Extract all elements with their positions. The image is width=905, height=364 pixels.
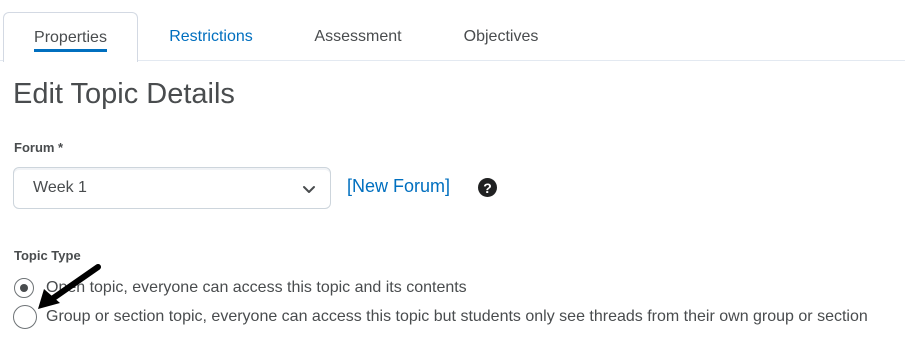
forum-select[interactable]: Week 1	[13, 167, 331, 209]
topic-type-option-group[interactable]: Group or section topic, everyone can acc…	[13, 305, 868, 329]
page-title: Edit Topic Details	[13, 78, 235, 110]
tab-properties-label: Properties	[34, 29, 107, 52]
tab-properties[interactable]: Properties	[3, 12, 138, 62]
tab-restrictions-label: Restrictions	[169, 27, 253, 45]
tab-restrictions[interactable]: Restrictions	[152, 12, 270, 61]
new-forum-link[interactable]: [New Forum]	[347, 176, 450, 197]
chevron-down-icon	[303, 186, 315, 193]
tab-objectives[interactable]: Objectives	[448, 12, 554, 61]
tab-bar: Properties Restrictions Assessment Objec…	[0, 0, 905, 62]
help-icon[interactable]: ?	[478, 178, 497, 197]
pointer-arrow-icon	[38, 264, 101, 309]
topic-type-label: Topic Type	[14, 248, 81, 263]
forum-select-value: Week 1	[33, 179, 87, 196]
group-topic-label: Group or section topic, everyone can acc…	[46, 308, 868, 325]
forum-label: Forum *	[14, 140, 64, 155]
tab-assessment[interactable]: Assessment	[300, 12, 416, 61]
open-topic-label: Open topic, everyone can access this top…	[46, 279, 467, 296]
tab-assessment-label: Assessment	[314, 27, 402, 45]
tab-objectives-label: Objectives	[463, 27, 539, 45]
edit-topic-page: Properties Restrictions Assessment Objec…	[0, 0, 905, 364]
